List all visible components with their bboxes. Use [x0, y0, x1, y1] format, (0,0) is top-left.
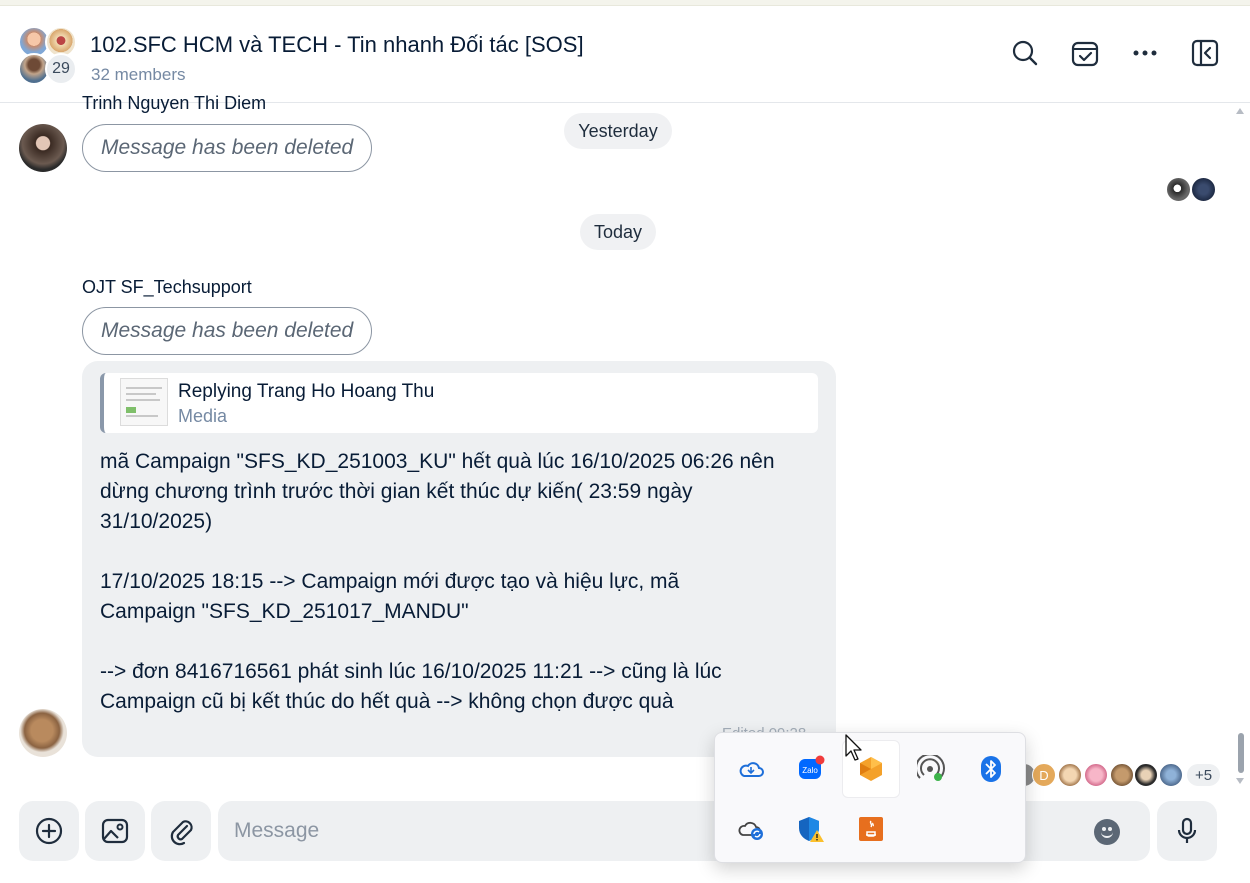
- microphone-icon: [1177, 817, 1197, 843]
- reply-title: Replying Trang Ho Hoang Thu: [178, 381, 435, 402]
- seen-by-avatars[interactable]: D +5: [1012, 761, 1222, 789]
- tray-item-zalo[interactable]: Zalo: [783, 741, 839, 797]
- seen-avatar: D: [1032, 763, 1056, 787]
- tray-item-onedrive[interactable]: [723, 741, 779, 797]
- message-text-line: Campaign "SFS_KD_251017_MANDU": [100, 600, 469, 623]
- avatar[interactable]: [19, 124, 67, 172]
- cloud-sync-icon: [738, 821, 763, 840]
- reply-type: Media: [178, 406, 228, 426]
- seen-avatar: [1058, 763, 1082, 787]
- voice-record-button[interactable]: [1157, 801, 1217, 861]
- plus-circle-icon: [35, 817, 63, 845]
- hotspot-icon: [917, 755, 945, 781]
- scroll-up-arrow[interactable]: [1236, 108, 1244, 114]
- message-bubble[interactable]: Replying Trang Ho Hoang Thu Media mã Cam…: [82, 361, 836, 757]
- reply-quote[interactable]: Replying Trang Ho Hoang Thu Media: [100, 373, 818, 433]
- more-seen-count[interactable]: +5: [1187, 764, 1220, 786]
- system-tray-overflow: Zalo: [714, 732, 1026, 863]
- message-text-line: --> đơn 8416716561 phát sinh lúc 16/10/2…: [100, 660, 722, 683]
- tray-item-java[interactable]: [843, 801, 899, 857]
- message-text-line: 17/10/2025 18:15 --> Campaign mới được t…: [100, 570, 680, 593]
- sender-name[interactable]: OJT SF_Techsupport: [82, 277, 252, 298]
- seen-avatar: [1159, 763, 1183, 787]
- java-icon: [859, 817, 883, 841]
- scroll-down-arrow[interactable]: [1236, 778, 1244, 784]
- send-image-button[interactable]: [85, 801, 145, 861]
- avatar[interactable]: [19, 709, 67, 757]
- defender-warning-icon: [799, 817, 824, 842]
- seen-avatar: [1110, 763, 1134, 787]
- mouse-cursor-icon: [845, 734, 862, 761]
- tray-item-windows-security[interactable]: [783, 801, 839, 857]
- emoji-icon[interactable]: [1094, 819, 1120, 845]
- bluetooth-icon: [981, 756, 1001, 782]
- message-text-line: Campaign cũ bị kết thúc do hết quà --> k…: [100, 690, 674, 713]
- svg-text:Zalo: Zalo: [802, 766, 818, 775]
- date-separator: Yesterday: [564, 113, 672, 149]
- date-separator: Today: [580, 214, 656, 250]
- reply-thumbnail: [120, 378, 168, 426]
- seen-avatar: [1134, 763, 1158, 787]
- message-text-line: dừng chương trình trước thời gian kết th…: [100, 480, 693, 503]
- paperclip-icon: [170, 820, 193, 846]
- attach-file-button[interactable]: [151, 801, 211, 861]
- seen-avatar: [1084, 763, 1108, 787]
- tray-item-bluetooth[interactable]: [963, 741, 1019, 797]
- seen-by-avatars[interactable]: [1166, 177, 1218, 203]
- zalo-icon: Zalo: [799, 755, 825, 779]
- seen-avatar: [1166, 177, 1191, 202]
- onedrive-icon: [739, 762, 764, 777]
- tray-item-cloud-sync[interactable]: [723, 801, 779, 857]
- add-button[interactable]: [19, 801, 79, 861]
- scrollbar-thumb[interactable]: [1238, 733, 1244, 773]
- image-icon: [101, 818, 129, 844]
- seen-avatar: [1191, 177, 1216, 202]
- message-text-line: 31/10/2025): [100, 510, 213, 533]
- tray-item-hotspot[interactable]: [903, 741, 959, 797]
- message-text-line: mã Campaign "SFS_KD_251003_KU" hết quà l…: [100, 450, 775, 473]
- deleted-message: Message has been deleted: [82, 307, 372, 355]
- deleted-message: Message has been deleted: [82, 124, 372, 172]
